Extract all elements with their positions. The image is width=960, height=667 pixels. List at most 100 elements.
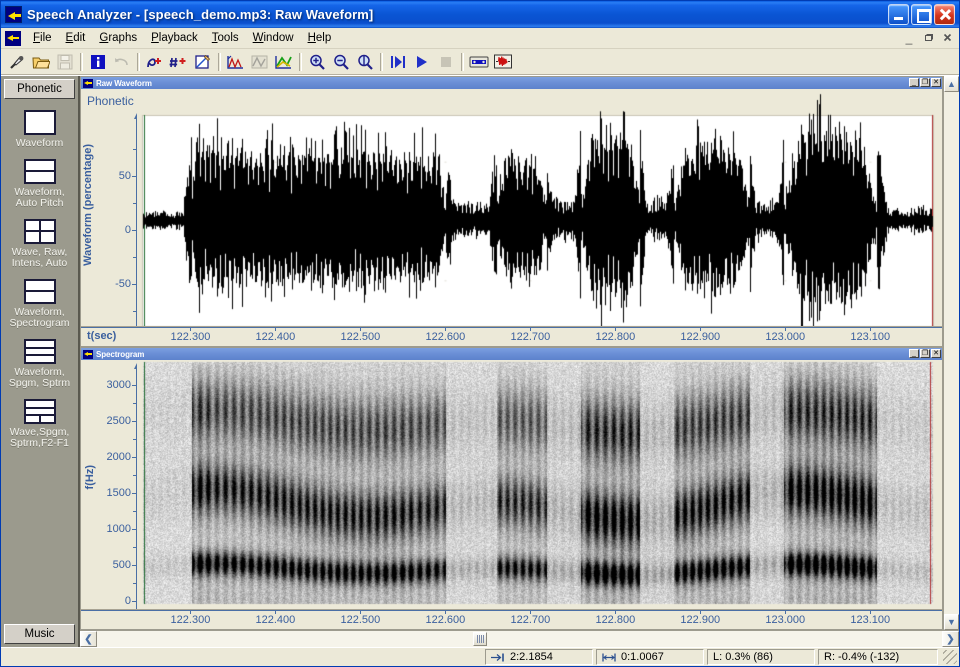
pane-restore-icon[interactable]: ❐ xyxy=(920,78,930,87)
menu-file[interactable]: File xyxy=(26,30,59,46)
menu-help[interactable]: Help xyxy=(301,30,339,46)
scroll-up-icon[interactable]: ▲ xyxy=(944,76,959,92)
sidebar-item-label: Wave, Raw, Intens, Auto xyxy=(11,245,68,269)
add-tone-icon[interactable] xyxy=(167,51,190,73)
sidebar-item-wave-spgm-sptrm-f2f1[interactable]: Wave,Spgm, Sptrm,F2-F1 xyxy=(1,398,78,450)
maximize-button[interactable] xyxy=(911,4,932,25)
sidebar-item-list: Waveform Waveform, Auto Pitch Wave, Raw, I… xyxy=(1,102,78,621)
x-tick-label: 122.700 xyxy=(510,331,551,343)
pane-restore-icon[interactable]: ❐ xyxy=(920,349,930,358)
file-info-icon[interactable] xyxy=(86,51,109,73)
x-tick-label: 123.000 xyxy=(765,331,806,343)
toolbar-separator xyxy=(299,52,302,71)
sidebar-header-phonetic[interactable]: Phonetic xyxy=(4,79,75,99)
sidebar-item-wave-raw-intens-auto[interactable]: Wave, Raw, Intens, Auto xyxy=(1,218,78,270)
stop-icon[interactable] xyxy=(434,51,457,73)
waveform-plot[interactable] xyxy=(137,89,942,326)
close-button[interactable] xyxy=(934,4,955,25)
spectrogram-pane: Spectrogram _ ❐ ✕ f(Hz) 3000 2500 2000 1… xyxy=(80,347,943,630)
record-icon[interactable] xyxy=(5,51,28,73)
pane-close-icon[interactable]: ✕ xyxy=(931,78,941,87)
minimize-button[interactable] xyxy=(888,4,909,25)
zoom-out-icon[interactable] xyxy=(329,51,352,73)
waveform-canvas[interactable] xyxy=(137,89,939,326)
x-tick-label: 122.600 xyxy=(425,331,466,343)
waveform-tool-icon[interactable] xyxy=(491,51,514,73)
player-icon[interactable] xyxy=(467,51,490,73)
x-tick-label: 122.500 xyxy=(340,614,381,626)
open-folder-icon[interactable] xyxy=(29,51,52,73)
sidebar-footer-music[interactable]: Music xyxy=(4,624,75,644)
x-tick-label: 122.700 xyxy=(510,614,551,626)
waveform-y-axis: Phonetic Waveform (percentage) 50 0 -50 xyxy=(81,89,140,326)
raw-waveform-window-controls: _ ❐ ✕ xyxy=(909,78,941,87)
formant-chart-icon[interactable] xyxy=(224,51,247,73)
graph-type-sidebar: Phonetic Waveform Waveform, Auto Pitch W… xyxy=(1,76,79,647)
mdi-restore-icon[interactable] xyxy=(920,30,936,45)
spectrogram-title-bar[interactable]: Spectrogram _ ❐ ✕ xyxy=(81,348,942,360)
application-window: Speech Analyzer - [speech_demo.mp3: Raw … xyxy=(0,0,960,667)
document-icon xyxy=(5,30,21,46)
x-tick-label: 122.400 xyxy=(255,614,296,626)
mdi-close-icon[interactable] xyxy=(939,30,955,45)
waveform-x-axis-title: t(sec) xyxy=(87,330,117,342)
horizontal-scroll-track[interactable] xyxy=(97,631,942,647)
menu-edit[interactable]: Edit xyxy=(59,30,93,46)
main-toolbar xyxy=(1,49,959,75)
pane-minimize-icon[interactable]: _ xyxy=(909,78,919,87)
x-tick-label: 122.300 xyxy=(170,331,211,343)
scroll-right-icon[interactable]: ❯ xyxy=(942,631,959,647)
menu-graphs[interactable]: Graphs xyxy=(92,30,144,46)
status-right-channel: R: -0.4% (-132) xyxy=(818,649,938,665)
pane-minimize-icon[interactable]: _ xyxy=(909,349,919,358)
menu-playback[interactable]: Playback xyxy=(144,30,205,46)
status-selection-length: 0:1.0067 xyxy=(596,649,704,665)
toolbar-separator xyxy=(461,52,464,71)
layout-single-icon xyxy=(23,110,56,135)
vertical-scroll-track[interactable] xyxy=(944,92,959,614)
vertical-scrollbar[interactable]: ▲ ▼ xyxy=(943,76,959,630)
sidebar-item-label: Waveform, Spgm, Sptrm xyxy=(8,365,71,389)
zoom-full-icon[interactable] xyxy=(353,51,376,73)
x-tick-label: 122.600 xyxy=(425,614,466,626)
raw-waveform-title-bar[interactable]: Raw Waveform _ ❐ ✕ xyxy=(81,77,942,89)
window-title-bar[interactable]: Speech Analyzer - [speech_demo.mp3: Raw … xyxy=(1,1,959,28)
x-tick-label: 122.500 xyxy=(340,331,381,343)
menu-bar: File Edit Graphs Playback Tools Window H… xyxy=(1,28,959,49)
spectrogram-pane-icon xyxy=(83,349,93,359)
status-bar: 2:2.1854 0:1.0067 L: 0.3% (86) R: -0.4% … xyxy=(1,647,959,666)
scroll-down-icon[interactable]: ▼ xyxy=(944,614,959,630)
spectrogram-window-controls: _ ❐ ✕ xyxy=(909,349,941,358)
spectrogram-plot[interactable] xyxy=(137,360,942,609)
play-segment-icon[interactable] xyxy=(386,51,409,73)
save-disk-icon[interactable] xyxy=(53,51,76,73)
scroll-left-icon[interactable]: ❮ xyxy=(80,631,97,647)
sidebar-item-label: Waveform, Spectrogram xyxy=(9,305,70,329)
sidebar-item-waveform-auto-pitch[interactable]: Waveform, Auto Pitch xyxy=(1,158,78,210)
add-phonetic-icon[interactable] xyxy=(143,51,166,73)
menu-window[interactable]: Window xyxy=(246,30,301,46)
overlay-graph-icon[interactable] xyxy=(272,51,295,73)
sidebar-item-waveform-spectrogram[interactable]: Waveform, Spectrogram xyxy=(1,278,78,330)
spectrogram-y-tick: 1500 xyxy=(106,487,138,499)
play-icon[interactable] xyxy=(410,51,433,73)
spectrum-icon[interactable] xyxy=(248,51,271,73)
sidebar-item-label: Waveform xyxy=(15,137,64,149)
sidebar-item-waveform[interactable]: Waveform xyxy=(1,110,78,150)
horizontal-scroll-thumb[interactable] xyxy=(473,632,488,646)
sidebar-item-waveform-spgm-sptrm[interactable]: Waveform, Spgm, Sptrm xyxy=(1,338,78,390)
mdi-minimize-icon[interactable]: _ xyxy=(901,30,917,45)
resize-grip-icon[interactable] xyxy=(943,650,957,664)
pane-close-icon[interactable]: ✕ xyxy=(931,349,941,358)
edit-pencil-icon[interactable] xyxy=(191,51,214,73)
sidebar-item-label: Waveform, Auto Pitch xyxy=(14,185,65,209)
menu-tools[interactable]: Tools xyxy=(205,30,246,46)
spectrogram-canvas[interactable] xyxy=(137,360,939,606)
zoom-in-icon[interactable] xyxy=(305,51,328,73)
x-tick-label: 123.100 xyxy=(850,614,891,626)
layout-three-row-icon xyxy=(23,338,56,364)
x-tick-label: 122.300 xyxy=(170,614,211,626)
toolbar-separator xyxy=(218,52,221,71)
horizontal-scrollbar[interactable]: ❮ ❯ xyxy=(80,630,959,647)
undo-icon[interactable] xyxy=(110,51,133,73)
